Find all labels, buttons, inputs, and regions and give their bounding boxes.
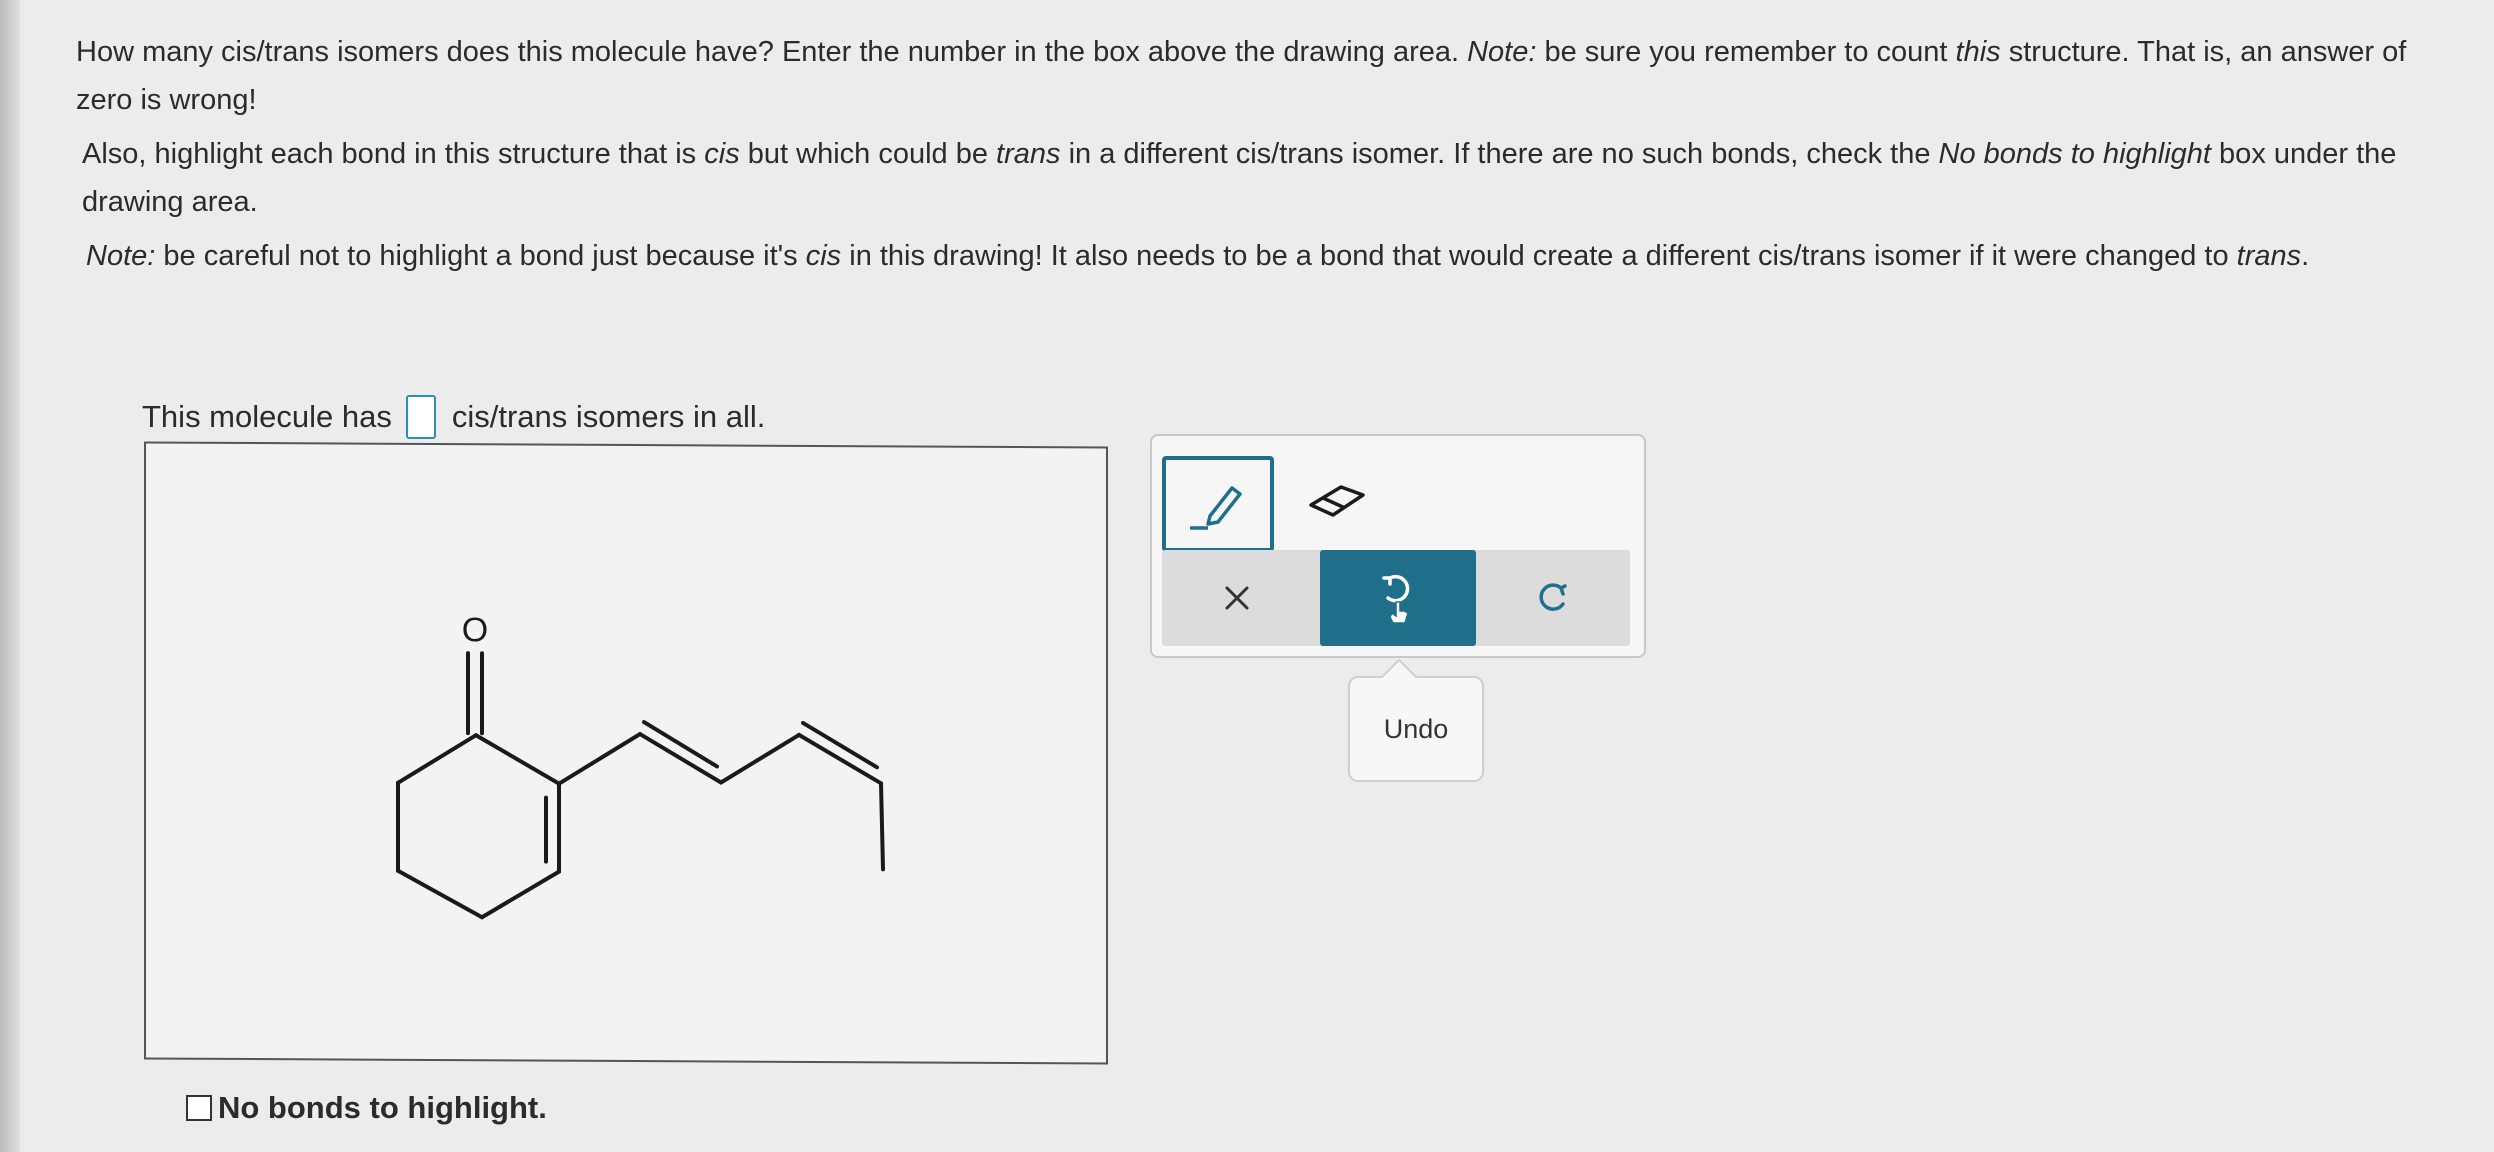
instruction-text: be careful not to highlight a bond just … (155, 240, 806, 272)
drawing-area[interactable]: O (144, 441, 1108, 1065)
instruction-emphasis: trans (2236, 240, 2302, 272)
redo-button[interactable] (1480, 550, 1630, 646)
ring-bond[interactable] (480, 869, 561, 920)
hand-cursor-icon (1389, 601, 1409, 624)
instruction-text: but which could be (739, 138, 997, 170)
redo-icon (1539, 583, 1567, 611)
ring-bond[interactable] (396, 733, 478, 785)
window-edge (0, 0, 20, 1152)
ring-bond[interactable] (396, 868, 484, 920)
answer-sentence: This molecule has cis/trans isomers in a… (142, 392, 765, 442)
no-bonds-label: No bonds to highlight. (218, 1090, 547, 1125)
terminal-methyl-bond[interactable] (879, 781, 885, 872)
pencil-tool-button[interactable] (1162, 456, 1274, 552)
instruction-text: Also, highlight each bond in this struct… (82, 138, 705, 170)
no-bonds-checkbox[interactable] (186, 1095, 212, 1121)
instruction-emphasis: this (1955, 36, 2001, 68)
instruction-paragraph-3: Note: be careful not to highlight a bond… (86, 232, 2476, 280)
no-bonds-option[interactable]: No bonds to highlight. (186, 1090, 547, 1126)
chain-double-bond[interactable] (638, 732, 723, 785)
isomer-count-input[interactable] (405, 395, 436, 439)
answer-suffix: cis/trans isomers in all. (451, 399, 766, 434)
undo-tooltip-label: Undo (1383, 713, 1449, 744)
undo-tooltip: Undo (1348, 658, 1484, 782)
instruction-emphasis: No bonds to highlight (1938, 138, 2211, 170)
undo-icon (1382, 574, 1410, 624)
chain-bond[interactable] (557, 732, 642, 786)
instruction-text: in a different cis/trans isomer. If ther… (1060, 138, 1939, 170)
molecule-drawing: O (396, 611, 885, 920)
instruction-text: in this drawing! It also needs to be a b… (841, 240, 2237, 272)
clear-icon (1225, 586, 1249, 610)
tooltip-arrow (1380, 658, 1418, 696)
instruction-note-label: Note: (86, 240, 156, 272)
instruction-paragraph-1: How many cis/trans isomers does this mol… (76, 28, 2466, 124)
clear-button[interactable] (1162, 550, 1312, 646)
ring-bond[interactable] (474, 733, 561, 786)
instruction-emphasis: trans (996, 138, 1061, 170)
instruction-emphasis: cis (805, 240, 842, 272)
instruction-text: . (2301, 240, 2310, 272)
instruction-paragraph-2: Also, highlight each bond in this struct… (82, 130, 2472, 226)
action-buttons-row (1162, 550, 1630, 646)
answer-prefix: This molecule has (142, 399, 392, 434)
instruction-text: be sure you remember to count (1536, 36, 1956, 68)
chain-bond[interactable] (719, 732, 801, 785)
eraser-icon (1309, 485, 1365, 517)
instruction-note-label: Note: (1467, 36, 1537, 68)
oxygen-atom-label[interactable]: O (462, 611, 488, 649)
undo-button[interactable] (1320, 550, 1476, 646)
chain-double-bond-cis[interactable] (797, 732, 883, 786)
pencil-icon (1190, 486, 1242, 530)
instruction-text: How many cis/trans isomers does this mol… (76, 36, 1468, 68)
eraser-tool-button[interactable] (1302, 470, 1372, 530)
instruction-emphasis: cis (704, 138, 740, 170)
drawing-toolbar (1150, 434, 1646, 658)
